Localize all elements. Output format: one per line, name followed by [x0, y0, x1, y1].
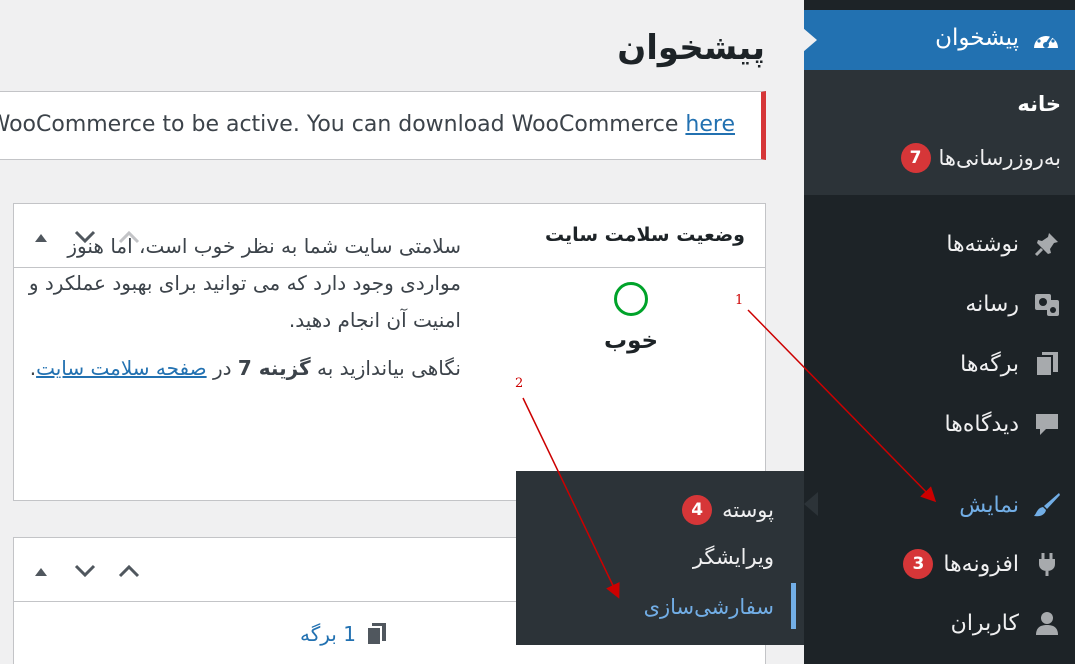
- sidebar-item-posts[interactable]: نوشته‌ها: [804, 219, 1075, 269]
- comment-icon: [1019, 410, 1075, 438]
- site-health-panel: وضعیت سلامت سایت خوب سلامتی سایت شما به …: [13, 203, 766, 501]
- pages-icon: [365, 623, 386, 646]
- toggle-panel-icon[interactable]: [28, 558, 54, 584]
- media-icon: [1019, 290, 1075, 318]
- plugins-update-badge: 3: [903, 549, 934, 579]
- health-more-info: نگاهی بیاندازید به گزینه 7 در صفحه سلامت…: [29, 356, 461, 380]
- dashboard-submenu: [804, 70, 1075, 195]
- move-down-icon[interactable]: [72, 558, 98, 584]
- themes-update-badge: 4: [682, 495, 713, 525]
- customize-focus-bar: [791, 583, 796, 629]
- sidebar-item-appearance[interactable]: نمایش: [804, 480, 1075, 530]
- dashboard-icon: [1031, 26, 1061, 56]
- site-health-link[interactable]: صفحه سلامت سایت: [36, 356, 207, 380]
- move-up-icon[interactable]: [116, 558, 142, 584]
- sidebar-item-dashboard[interactable]: پیشخوان: [803, 10, 1075, 70]
- woocommerce-notice: uires WooCommerce to be active. You can …: [0, 91, 766, 160]
- site-health-title: وضعیت سلامت سایت: [544, 224, 745, 246]
- updates-count-badge: 7: [900, 143, 931, 173]
- appearance-icon: [1019, 491, 1075, 519]
- flyout-item-customize[interactable]: سفارشی‌سازی: [644, 595, 774, 619]
- sidebar-item-plugins[interactable]: افزونه‌ها 3: [804, 539, 1075, 589]
- pages-icon: [1019, 350, 1075, 378]
- pages-count-link[interactable]: 1 برگه: [300, 622, 388, 646]
- flyout-pointer: [804, 492, 818, 516]
- health-description: سلامتی سایت شما به نظر خوب است، اما هنوز…: [28, 234, 461, 332]
- sidebar-item-comments[interactable]: دیدگاه‌ها: [804, 399, 1075, 449]
- users-icon: [1019, 609, 1075, 637]
- notice-text: uires WooCommerce to be active. You can …: [0, 112, 735, 137]
- submenu-item-updates[interactable]: به‌روزرسانی‌ها 7: [900, 143, 1061, 173]
- pin-icon: [1019, 230, 1075, 258]
- sidebar-item-media[interactable]: رسانه: [804, 279, 1075, 329]
- sidebar-item-label: پیشخوان: [935, 25, 1019, 51]
- health-status-icon: [614, 282, 648, 316]
- current-menu-arrow: [803, 28, 817, 52]
- plugins-icon: [1019, 550, 1075, 578]
- flyout-item-themes[interactable]: پوسته 4: [682, 495, 774, 525]
- sidebar-item-pages[interactable]: برگه‌ها: [804, 339, 1075, 389]
- notice-here-link[interactable]: here: [685, 112, 735, 137]
- page-title: پیشخوان: [617, 28, 765, 68]
- sidebar-item-users[interactable]: کاربران: [804, 598, 1075, 648]
- admin-sidebar: پیشخوان خانه به‌روزرسانی‌ها 7 نوشته‌ها ر…: [803, 0, 1075, 664]
- health-status-label: خوب: [604, 328, 659, 354]
- appearance-flyout-menu: پوسته 4 ویرایشگر سفارشی‌سازی: [516, 471, 804, 645]
- submenu-item-home[interactable]: خانه: [1017, 92, 1061, 116]
- flyout-item-editor[interactable]: ویرایشگر: [693, 545, 774, 569]
